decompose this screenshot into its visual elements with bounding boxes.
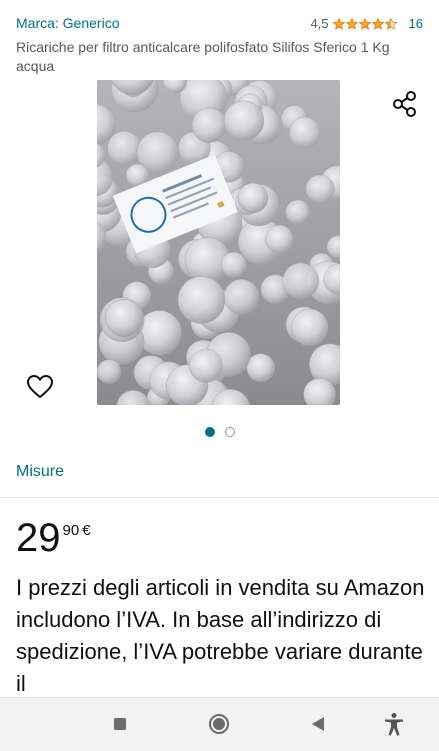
pagination-dot[interactable] xyxy=(204,427,215,437)
share-button[interactable] xyxy=(390,89,420,119)
product-image[interactable] xyxy=(97,80,340,405)
share-icon xyxy=(393,91,416,117)
price: 29 90 € xyxy=(16,515,91,561)
image-pagination xyxy=(0,427,439,437)
triangle-back-icon xyxy=(312,717,324,731)
polyphosphate-spheres-photo xyxy=(97,80,340,405)
section-divider xyxy=(0,497,439,498)
heart-icon xyxy=(26,374,54,399)
star-icon xyxy=(384,17,397,30)
star-icon xyxy=(332,17,345,30)
back-button[interactable] xyxy=(305,711,331,737)
recents-button[interactable] xyxy=(107,711,133,737)
size-selector-link[interactable]: Misure xyxy=(16,463,64,481)
home-button[interactable] xyxy=(206,711,232,737)
rating-value: 4,5 xyxy=(310,16,329,31)
product-title: Ricariche per filtro anticalcare polifos… xyxy=(16,39,390,74)
accessibility-button[interactable] xyxy=(381,711,407,737)
vat-notice: I prezzi degli articoli in vendita su Am… xyxy=(16,575,425,696)
rating-summary[interactable]: 4,5 16 xyxy=(310,16,423,31)
price-fraction: 90 xyxy=(62,522,80,539)
rating-stars xyxy=(332,17,397,30)
square-icon xyxy=(114,718,126,730)
circle-icon xyxy=(209,714,229,734)
accessibility-icon xyxy=(385,713,403,736)
currency-symbol: € xyxy=(82,522,91,539)
star-icon xyxy=(358,17,371,30)
pagination-dot[interactable] xyxy=(224,427,235,437)
rating-count[interactable]: 16 xyxy=(409,16,423,31)
star-icon xyxy=(371,17,384,30)
price-whole: 29 xyxy=(16,516,61,560)
star-icon xyxy=(345,17,358,30)
brand-link[interactable]: Marca: Generico xyxy=(16,15,119,31)
product-header: Marca: Generico 4,5 16 xyxy=(16,15,423,35)
android-nav-bar xyxy=(0,697,439,751)
wishlist-button[interactable] xyxy=(26,374,54,400)
